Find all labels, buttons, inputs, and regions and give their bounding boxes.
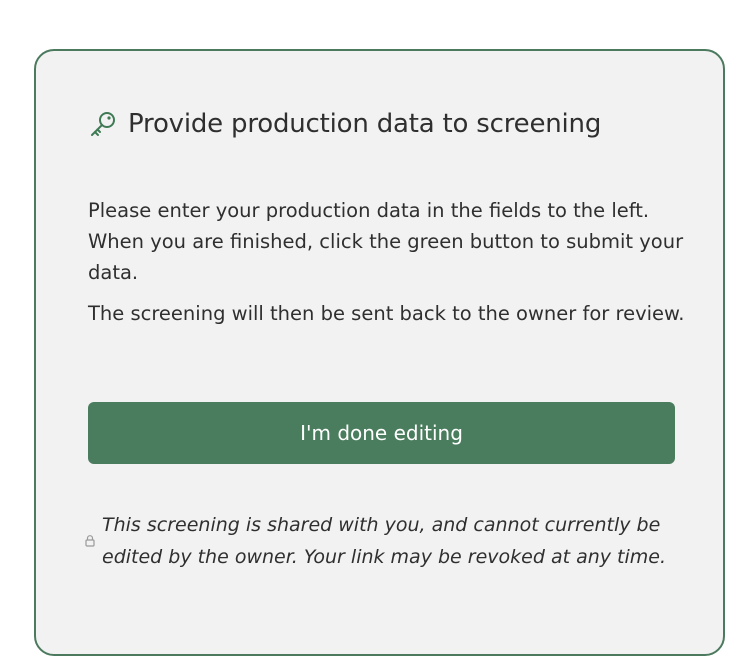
key-icon bbox=[88, 109, 118, 139]
done-editing-button[interactable]: I'm done editing bbox=[88, 402, 675, 464]
card-title: Provide production data to screening bbox=[128, 109, 602, 139]
instruction-paragraph: Please enter your production data in the… bbox=[88, 199, 684, 284]
card-header: Provide production data to screening bbox=[88, 109, 601, 139]
instructions: Please enter your production data in the… bbox=[88, 195, 688, 339]
instruction-paragraph: The screening will then be sent back to … bbox=[88, 302, 685, 325]
shared-note: This screening is shared with you, and c… bbox=[84, 509, 684, 573]
shared-note-text: This screening is shared with you, and c… bbox=[102, 514, 667, 568]
screening-card: Provide production data to screening Ple… bbox=[34, 49, 725, 656]
page: Provide production data to screening Ple… bbox=[0, 0, 744, 668]
lock-icon bbox=[84, 534, 98, 548]
